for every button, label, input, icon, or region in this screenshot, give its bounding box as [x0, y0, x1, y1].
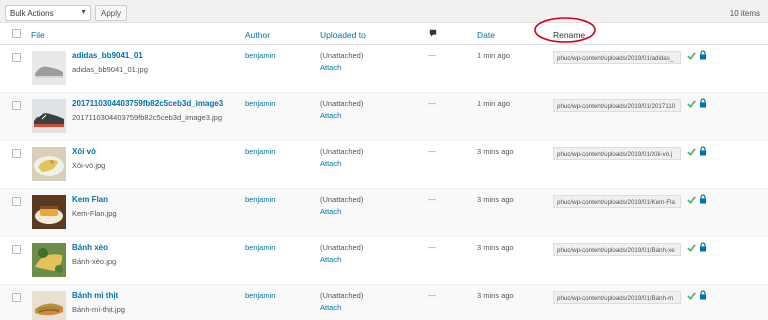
upload-date: 3 mins ago: [477, 243, 514, 252]
author-link[interactable]: benjamin: [245, 99, 275, 108]
upload-date: 1 min ago: [477, 99, 510, 108]
media-table: File Author Uploaded to Date Rename adid…: [0, 22, 768, 320]
row-checkbox[interactable]: [12, 245, 21, 254]
lock-icon[interactable]: [699, 98, 707, 108]
media-filename: Bánh-mì-thịt.jpg: [72, 305, 125, 314]
comments-count: —: [428, 147, 436, 156]
thumbnail-image[interactable]: [32, 243, 66, 277]
media-filename: Kem-Flan.jpg: [72, 209, 117, 218]
lock-icon[interactable]: [699, 242, 707, 252]
table-row: 2017110304403759fb82c5ceb3d_image3 20171…: [0, 93, 768, 141]
column-rename: Rename: [553, 30, 586, 40]
row-checkbox[interactable]: [12, 197, 21, 206]
thumbnail-image[interactable]: [32, 99, 66, 133]
checkmark-icon[interactable]: [687, 291, 696, 300]
lock-icon[interactable]: [699, 290, 707, 300]
table-row: Bánh xèo Bánh-xèo.jpg benjamin (Unattach…: [0, 237, 768, 285]
bulk-actions-label: Bulk Actions: [10, 9, 54, 18]
comments-count: —: [428, 99, 436, 108]
table-row: Kem Flan Kem-Flan.jpg benjamin (Unattach…: [0, 189, 768, 237]
uploaded-to-status: (Unattached): [320, 147, 364, 156]
comments-count: —: [428, 291, 436, 300]
row-checkbox[interactable]: [12, 149, 21, 158]
uploaded-to-status: (Unattached): [320, 291, 364, 300]
table-row: adidas_bb9041_01 adidas_bb9041_01.jpg be…: [0, 45, 768, 93]
uploaded-to-status: (Unattached): [320, 195, 364, 204]
uploaded-to-status: (Unattached): [320, 51, 364, 60]
lock-icon[interactable]: [699, 194, 707, 204]
media-filename: adidas_bb9041_01.jpg: [72, 65, 148, 74]
column-file[interactable]: File: [31, 30, 45, 40]
checkmark-icon[interactable]: [687, 99, 696, 108]
rename-input[interactable]: phuc/wp-content/uploads/2019/01/Xôi-vò.j: [553, 147, 681, 160]
media-title-link[interactable]: Bánh mì thịt: [72, 291, 118, 300]
author-link[interactable]: benjamin: [245, 243, 275, 252]
media-title-link[interactable]: 2017110304403759fb82c5ceb3d_image3: [72, 99, 223, 108]
comments-count: —: [428, 51, 436, 60]
column-date[interactable]: Date: [477, 30, 495, 40]
comments-count: —: [428, 195, 436, 204]
lock-icon[interactable]: [699, 146, 707, 156]
upload-date: 3 mins ago: [477, 147, 514, 156]
row-checkbox[interactable]: [12, 293, 21, 302]
column-author[interactable]: Author: [245, 30, 270, 40]
thumbnail-image[interactable]: [32, 195, 66, 229]
author-link[interactable]: benjamin: [245, 195, 275, 204]
uploaded-to-status: (Unattached): [320, 243, 364, 252]
checkmark-icon[interactable]: [687, 195, 696, 204]
lock-icon[interactable]: [699, 50, 707, 60]
media-filename: Xôi-vò.jpg: [72, 161, 106, 170]
uploaded-to-status: (Unattached): [320, 99, 364, 108]
author-link[interactable]: benjamin: [245, 291, 275, 300]
thumbnail-image[interactable]: [32, 51, 66, 85]
media-filename: 2017110304403759fb82c5ceb3d_image3.jpg: [72, 113, 222, 122]
rename-input[interactable]: phuc/wp-content/uploads/2019/01/2017110: [553, 99, 681, 112]
media-title-link[interactable]: adidas_bb9041_01: [72, 51, 143, 60]
table-row: Bánh mì thịt Bánh-mì-thịt.jpg benjamin (…: [0, 285, 768, 320]
attach-link[interactable]: Attach: [320, 159, 341, 168]
rename-input[interactable]: phuc/wp-content/uploads/2019/01/Bánh-xe: [553, 243, 681, 256]
rename-input[interactable]: phuc/wp-content/uploads/2019/01/adidas_: [553, 51, 681, 64]
rename-input[interactable]: phuc/wp-content/uploads/2019/01/Bánh-m: [553, 291, 681, 304]
media-title-link[interactable]: Kem Flan: [72, 195, 108, 204]
bulk-actions-select[interactable]: Bulk Actions ▼: [5, 5, 91, 21]
items-count: 10 items: [729, 9, 760, 18]
upload-date: 1 min ago: [477, 51, 510, 60]
comment-bubble-icon[interactable]: [429, 29, 437, 37]
upload-date: 3 mins ago: [477, 291, 514, 300]
upload-date: 3 mins ago: [477, 195, 514, 204]
thumbnail-image[interactable]: [32, 291, 66, 320]
apply-button[interactable]: Apply: [95, 5, 127, 21]
attach-link[interactable]: Attach: [320, 207, 341, 216]
media-title-link[interactable]: Bánh xèo: [72, 243, 108, 252]
column-uploaded-to[interactable]: Uploaded to: [320, 30, 366, 40]
comments-count: —: [428, 243, 436, 252]
row-checkbox[interactable]: [12, 101, 21, 110]
select-all-checkbox[interactable]: [12, 29, 21, 38]
media-title-link[interactable]: Xôi vò: [72, 147, 96, 156]
author-link[interactable]: benjamin: [245, 51, 275, 60]
checkmark-icon[interactable]: [687, 243, 696, 252]
checkmark-icon[interactable]: [687, 147, 696, 156]
author-link[interactable]: benjamin: [245, 147, 275, 156]
media-filename: Bánh-xèo.jpg: [72, 257, 117, 266]
chevron-down-icon: ▼: [80, 9, 87, 16]
table-header: File Author Uploaded to Date Rename: [0, 23, 768, 45]
table-row: Xôi vò Xôi-vò.jpg benjamin (Unattached) …: [0, 141, 768, 189]
row-checkbox[interactable]: [12, 53, 21, 62]
attach-link[interactable]: Attach: [320, 111, 341, 120]
rename-input[interactable]: phuc/wp-content/uploads/2019/01/Kem-Fla: [553, 195, 681, 208]
attach-link[interactable]: Attach: [320, 255, 341, 264]
checkmark-icon[interactable]: [687, 51, 696, 60]
attach-link[interactable]: Attach: [320, 303, 341, 312]
attach-link[interactable]: Attach: [320, 63, 341, 72]
thumbnail-image[interactable]: [32, 147, 66, 181]
